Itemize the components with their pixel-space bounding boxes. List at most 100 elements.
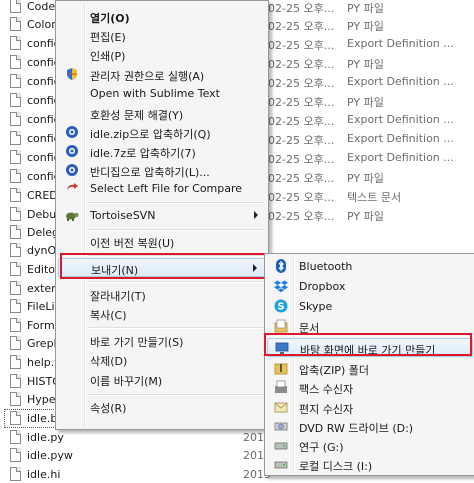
archive-icon: [65, 144, 79, 158]
skype-icon: S: [274, 299, 288, 313]
zip-folder-icon: [274, 361, 288, 375]
file-date: 02-25 오후...: [268, 115, 335, 128]
file-type: Export Definition ...: [347, 151, 454, 164]
send-to-mail[interactable]: 편지 수신자: [267, 398, 473, 417]
file-icon: [10, 150, 21, 164]
file-type: PY 파일: [347, 210, 384, 223]
menu-item-label: idle.7z로 압축하기(7): [90, 147, 196, 160]
menu-item-label: 속성(R): [90, 402, 127, 415]
menu-item-label: Select Left File for Compare: [90, 182, 243, 195]
menu-item-print[interactable]: 인쇄(P): [58, 45, 266, 64]
send-to-dvd-drive[interactable]: DVD RW 드라이브 (D:): [267, 417, 473, 436]
file-date: 02-25 오후...: [268, 2, 335, 15]
menu-separator: [88, 394, 264, 396]
menu-item-cut[interactable]: 잘라내기(T): [58, 285, 266, 304]
file-type: 텍스트 문서: [347, 191, 402, 204]
file-icon: [10, 225, 21, 239]
menu-item-zip[interactable]: idle.zip으로 압축하기(Q): [58, 123, 266, 142]
menu-item-label: 바로 가기 만들기(S): [90, 336, 184, 349]
file-icon: [10, 262, 21, 276]
file-type: Export Definition ...: [347, 132, 454, 145]
menu-item-edit[interactable]: 편집(E): [58, 26, 266, 45]
menu-separator: [88, 229, 264, 231]
menu-item-label: 반디집으로 압축하기(L)...: [90, 166, 210, 179]
context-menu: 열기(O) 편집(E) 인쇄(P) 관리자 권한으로 실행(A) Open wi…: [55, 0, 269, 430]
menu-item-label: 호환성 문제 해결(Y): [90, 109, 184, 122]
file-icon: [10, 93, 21, 107]
file-name: Colori: [27, 18, 59, 31]
menu-item-label: 열기(O): [90, 12, 130, 25]
file-icon: [10, 374, 21, 388]
archive-icon: [65, 125, 79, 139]
file-date: 02-25 오후...: [268, 153, 335, 166]
file-icon: [10, 448, 21, 462]
bluetooth-icon: [274, 259, 288, 273]
menu-item-label: idle.zip으로 압축하기(Q): [90, 128, 211, 141]
menu-separator: [88, 281, 264, 283]
file-date: 02-25 오후...: [268, 96, 335, 109]
menu-item-label: 편지 수신자: [299, 403, 354, 416]
menu-item-copy[interactable]: 복사(C): [58, 304, 266, 323]
menu-item-label: 관리자 권한으로 실행(A): [90, 70, 205, 83]
menu-item-label: 복사(C): [90, 309, 127, 322]
archive-icon: [65, 163, 79, 177]
annotation-highlight-box: [264, 333, 472, 356]
menu-item-label: TortoiseSVN: [90, 209, 156, 222]
drive-icon: [274, 457, 288, 471]
file-icon: [10, 355, 21, 369]
menu-item-label: 이전 버전 복원(U): [90, 237, 175, 250]
file-type: Export Definition ...: [347, 75, 454, 88]
file-icon: [10, 243, 21, 257]
submenu-arrow-icon: [254, 211, 258, 219]
file-type: PY 파일: [347, 58, 384, 71]
file-type: PY 파일: [347, 96, 384, 109]
mail-icon: [274, 400, 288, 414]
menu-item-rename[interactable]: 이름 바꾸기(M): [58, 370, 266, 389]
file-date: 02-25 오후...: [268, 172, 335, 185]
menu-item-troubleshoot-compat[interactable]: 호환성 문제 해결(Y): [58, 104, 266, 123]
file-date: 02-25 오후...: [268, 210, 335, 223]
send-to-zip-folder[interactable]: 압축(ZIP) 폴더: [267, 359, 473, 378]
file-name: idle.pyw: [27, 449, 73, 462]
send-to-bluetooth[interactable]: Bluetooth: [267, 257, 473, 276]
file-icon: [10, 336, 21, 350]
menu-item-delete[interactable]: 삭제(D): [58, 350, 266, 369]
menu-item-label: 팩스 수신자: [299, 383, 354, 396]
send-to-fax[interactable]: 팩스 수신자: [267, 378, 473, 397]
file-name: idle.py: [27, 431, 64, 444]
menu-item-create-shortcut[interactable]: 바로 가기 만들기(S): [58, 331, 266, 350]
menu-item-compare-left[interactable]: Select Left File for Compare: [58, 179, 266, 198]
menu-item-label: 인쇄(P): [90, 50, 126, 63]
send-to-drive-g[interactable]: 연구 (G:): [267, 436, 473, 455]
send-to-drive-i[interactable]: 로컬 디스크 (I:): [267, 455, 473, 474]
menu-item-label: 잘라내기(T): [90, 290, 146, 303]
file-type: Export Definition ...: [347, 37, 454, 50]
dropbox-icon: [274, 279, 288, 293]
menu-item-properties[interactable]: 속성(R): [58, 397, 266, 416]
menu-item-open-with-sublime[interactable]: Open with Sublime Text: [58, 84, 266, 103]
file-date: 02-25 오후...: [268, 58, 335, 71]
file-type: Export Definition ...: [347, 113, 454, 126]
send-to-dropbox[interactable]: Dropbox: [267, 277, 473, 296]
file-icon: [10, 467, 21, 481]
menu-item-run-as-admin[interactable]: 관리자 권한으로 실행(A): [58, 65, 266, 84]
menu-item-label: 로컬 디스크 (I:): [299, 460, 373, 473]
menu-separator: [88, 327, 264, 329]
file-icon: [10, 281, 21, 295]
shield-icon: [65, 67, 79, 81]
menu-item-restore-previous[interactable]: 이전 버전 복원(U): [58, 232, 266, 251]
menu-item-tortoisesvn[interactable]: TortoiseSVN: [58, 206, 266, 225]
menu-item-open[interactable]: 열기(O): [58, 7, 266, 26]
tortoise-icon: [65, 208, 79, 222]
send-to-skype[interactable]: S Skype: [267, 297, 473, 316]
menu-item-7z[interactable]: idle.7z로 압축하기(7): [58, 142, 266, 161]
file-date: 02-25 오후...: [268, 77, 335, 90]
file-icon: [10, 207, 21, 221]
menu-item-bandizip[interactable]: 반디집으로 압축하기(L)...: [58, 161, 266, 180]
file-icon: [10, 392, 21, 406]
file-icon: [10, 74, 21, 88]
file-icon: [10, 318, 21, 332]
menu-item-label: 압축(ZIP) 폴더: [299, 364, 369, 377]
file-date: 02-25 오후...: [268, 134, 335, 147]
documents-icon: [274, 319, 288, 333]
